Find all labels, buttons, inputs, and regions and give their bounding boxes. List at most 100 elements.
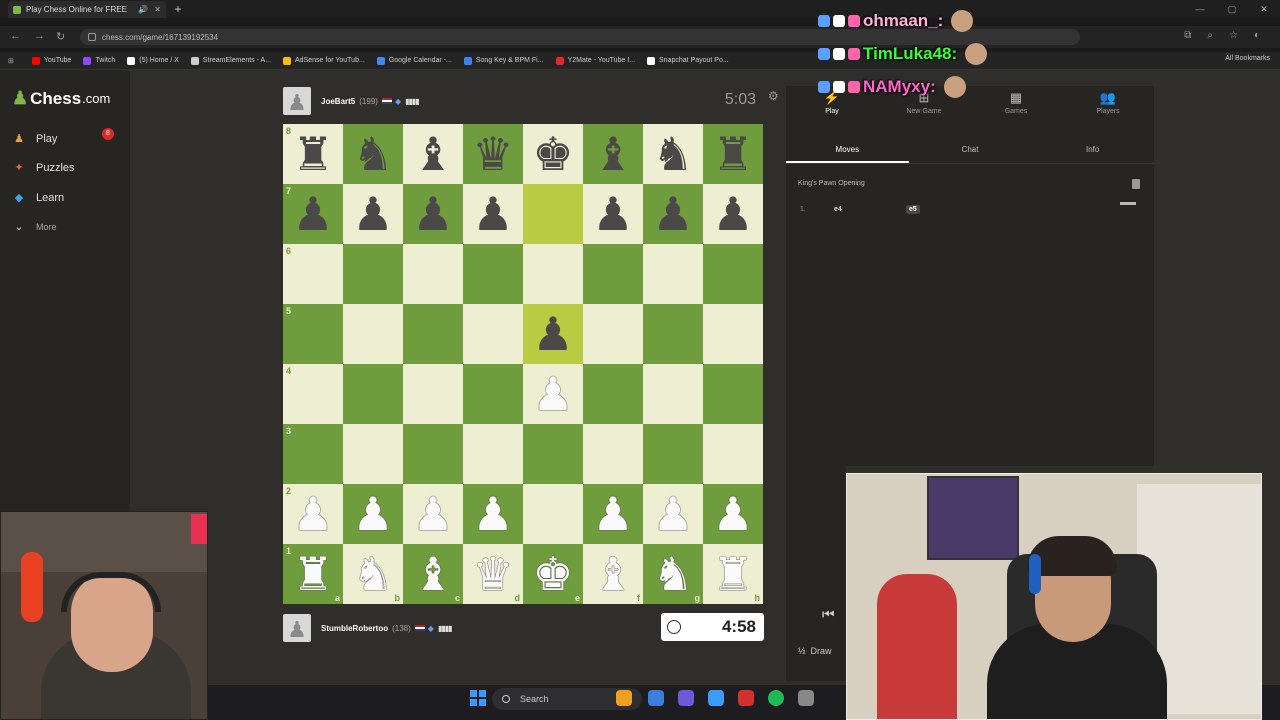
back-icon[interactable]: ← bbox=[10, 30, 21, 42]
square-h6[interactable] bbox=[703, 244, 763, 304]
square-d4[interactable] bbox=[463, 364, 523, 424]
black-rook-icon[interactable]: ♜ bbox=[712, 124, 753, 184]
white-rook-icon[interactable]: ♜ bbox=[292, 544, 333, 604]
black-pawn-icon[interactable]: ♟ bbox=[292, 184, 333, 244]
white-pawn-icon[interactable]: ♟ bbox=[592, 484, 633, 544]
black-rook-icon[interactable]: ♜ bbox=[292, 124, 333, 184]
white-pawn-icon[interactable]: ♟ bbox=[412, 484, 453, 544]
square-a8[interactable]: 8 ♜ bbox=[283, 124, 343, 184]
reload-icon[interactable]: ↻ bbox=[56, 30, 65, 43]
top-player-name[interactable]: JoeBart5 bbox=[321, 97, 355, 106]
black-pawn-icon[interactable]: ♟ bbox=[472, 184, 513, 244]
square-a2[interactable]: 2 ♟ bbox=[283, 484, 343, 544]
square-a6[interactable]: 6 bbox=[283, 244, 343, 304]
site-info-icon[interactable] bbox=[88, 33, 96, 41]
square-g8[interactable]: ♞ bbox=[643, 124, 703, 184]
bookmark-item[interactable]: Snapchat Payout Po... bbox=[647, 56, 729, 65]
square-h4[interactable] bbox=[703, 364, 763, 424]
settings-gear-icon[interactable] bbox=[798, 690, 814, 706]
subtab-info[interactable]: Info bbox=[1031, 138, 1154, 163]
white-queen-icon[interactable]: ♛ bbox=[472, 544, 513, 604]
bottom-player-name[interactable]: StumbleRobertoo bbox=[321, 624, 388, 633]
square-c8[interactable]: ♝ bbox=[403, 124, 463, 184]
chrome-icon[interactable] bbox=[648, 690, 664, 706]
spotify-icon[interactable] bbox=[768, 690, 784, 706]
square-d2[interactable]: ♟ bbox=[463, 484, 523, 544]
windows-start-icon[interactable] bbox=[470, 690, 486, 706]
square-g4[interactable] bbox=[643, 364, 703, 424]
black-pawn-icon[interactable]: ♟ bbox=[712, 184, 753, 244]
square-f4[interactable] bbox=[583, 364, 643, 424]
maximize-icon[interactable]: ▢ bbox=[1216, 0, 1248, 18]
square-g1[interactable]: g ♞ bbox=[643, 544, 703, 604]
square-h7[interactable]: ♟ bbox=[703, 184, 763, 244]
top-player-avatar[interactable]: ♟ bbox=[283, 87, 311, 115]
square-f1[interactable]: f ♝ bbox=[583, 544, 643, 604]
square-b4[interactable] bbox=[343, 364, 403, 424]
square-c4[interactable] bbox=[403, 364, 463, 424]
square-c5[interactable] bbox=[403, 304, 463, 364]
square-g6[interactable] bbox=[643, 244, 703, 304]
square-b5[interactable] bbox=[343, 304, 403, 364]
square-d6[interactable] bbox=[463, 244, 523, 304]
square-b1[interactable]: b ♞ bbox=[343, 544, 403, 604]
black-pawn-icon[interactable]: ♟ bbox=[652, 184, 693, 244]
taskbar-app-icon[interactable] bbox=[678, 690, 694, 706]
square-b2[interactable]: ♟ bbox=[343, 484, 403, 544]
square-c6[interactable] bbox=[403, 244, 463, 304]
square-e3[interactable] bbox=[523, 424, 583, 484]
square-c7[interactable]: ♟ bbox=[403, 184, 463, 244]
tab-audio-icon[interactable]: 🔊 bbox=[138, 5, 148, 14]
square-d5[interactable] bbox=[463, 304, 523, 364]
square-d7[interactable]: ♟ bbox=[463, 184, 523, 244]
square-c2[interactable]: ♟ bbox=[403, 484, 463, 544]
white-rook-icon[interactable]: ♜ bbox=[712, 544, 753, 604]
square-e2[interactable] bbox=[523, 484, 583, 544]
minimize-icon[interactable]: — bbox=[1184, 0, 1216, 18]
square-a1[interactable]: 1 a ♜ bbox=[283, 544, 343, 604]
square-e1[interactable]: e ♚ bbox=[523, 544, 583, 604]
zoom-icon[interactable]: ⌕ bbox=[1207, 30, 1213, 41]
square-a7[interactable]: 7 ♟ bbox=[283, 184, 343, 244]
square-d8[interactable]: ♛ bbox=[463, 124, 523, 184]
square-g7[interactable]: ♟ bbox=[643, 184, 703, 244]
white-pawn-icon[interactable]: ♟ bbox=[652, 484, 693, 544]
square-h8[interactable]: ♜ bbox=[703, 124, 763, 184]
square-h3[interactable] bbox=[703, 424, 763, 484]
square-a4[interactable]: 4 bbox=[283, 364, 343, 424]
square-b3[interactable] bbox=[343, 424, 403, 484]
opening-book-icon[interactable] bbox=[1132, 179, 1140, 189]
square-c1[interactable]: c ♝ bbox=[403, 544, 463, 604]
tab-close-icon[interactable]: ✕ bbox=[154, 5, 161, 14]
black-bishop-icon[interactable]: ♝ bbox=[412, 124, 453, 184]
square-g2[interactable]: ♟ bbox=[643, 484, 703, 544]
bookmark-item[interactable]: Y2Mate - YouTube I... bbox=[555, 56, 635, 65]
square-e7[interactable] bbox=[523, 184, 583, 244]
square-c3[interactable] bbox=[403, 424, 463, 484]
square-g3[interactable] bbox=[643, 424, 703, 484]
apps-grid-icon[interactable]: ⊞ bbox=[8, 57, 14, 65]
chess-logo[interactable]: ♟ Chess .com bbox=[12, 88, 110, 109]
black-knight-icon[interactable]: ♞ bbox=[352, 124, 393, 184]
black-queen-icon[interactable]: ♛ bbox=[472, 124, 513, 184]
extension-icon[interactable]: ⧉ bbox=[1184, 30, 1191, 41]
bookmark-item[interactable]: Google Calendar -... bbox=[376, 56, 452, 65]
sidebar-item-play[interactable]: ♟ Play bbox=[12, 132, 57, 146]
new-tab-button[interactable]: + bbox=[170, 1, 186, 17]
taskbar-app-icon[interactable] bbox=[616, 690, 632, 706]
taskbar-app-icon[interactable] bbox=[738, 690, 754, 706]
white-king-icon[interactable]: ♚ bbox=[532, 544, 573, 604]
square-f2[interactable]: ♟ bbox=[583, 484, 643, 544]
square-h2[interactable]: ♟ bbox=[703, 484, 763, 544]
square-f3[interactable] bbox=[583, 424, 643, 484]
square-e5[interactable]: ♟ bbox=[523, 304, 583, 364]
first-move-icon[interactable]: ⏮ bbox=[822, 606, 835, 623]
white-pawn-icon[interactable]: ♟ bbox=[712, 484, 753, 544]
subtab-chat[interactable]: Chat bbox=[909, 138, 1032, 163]
black-knight-icon[interactable]: ♞ bbox=[652, 124, 693, 184]
square-h5[interactable] bbox=[703, 304, 763, 364]
square-f6[interactable] bbox=[583, 244, 643, 304]
bookmark-item[interactable]: Twitch bbox=[83, 56, 115, 65]
black-bishop-icon[interactable]: ♝ bbox=[592, 124, 633, 184]
square-d1[interactable]: d ♛ bbox=[463, 544, 523, 604]
